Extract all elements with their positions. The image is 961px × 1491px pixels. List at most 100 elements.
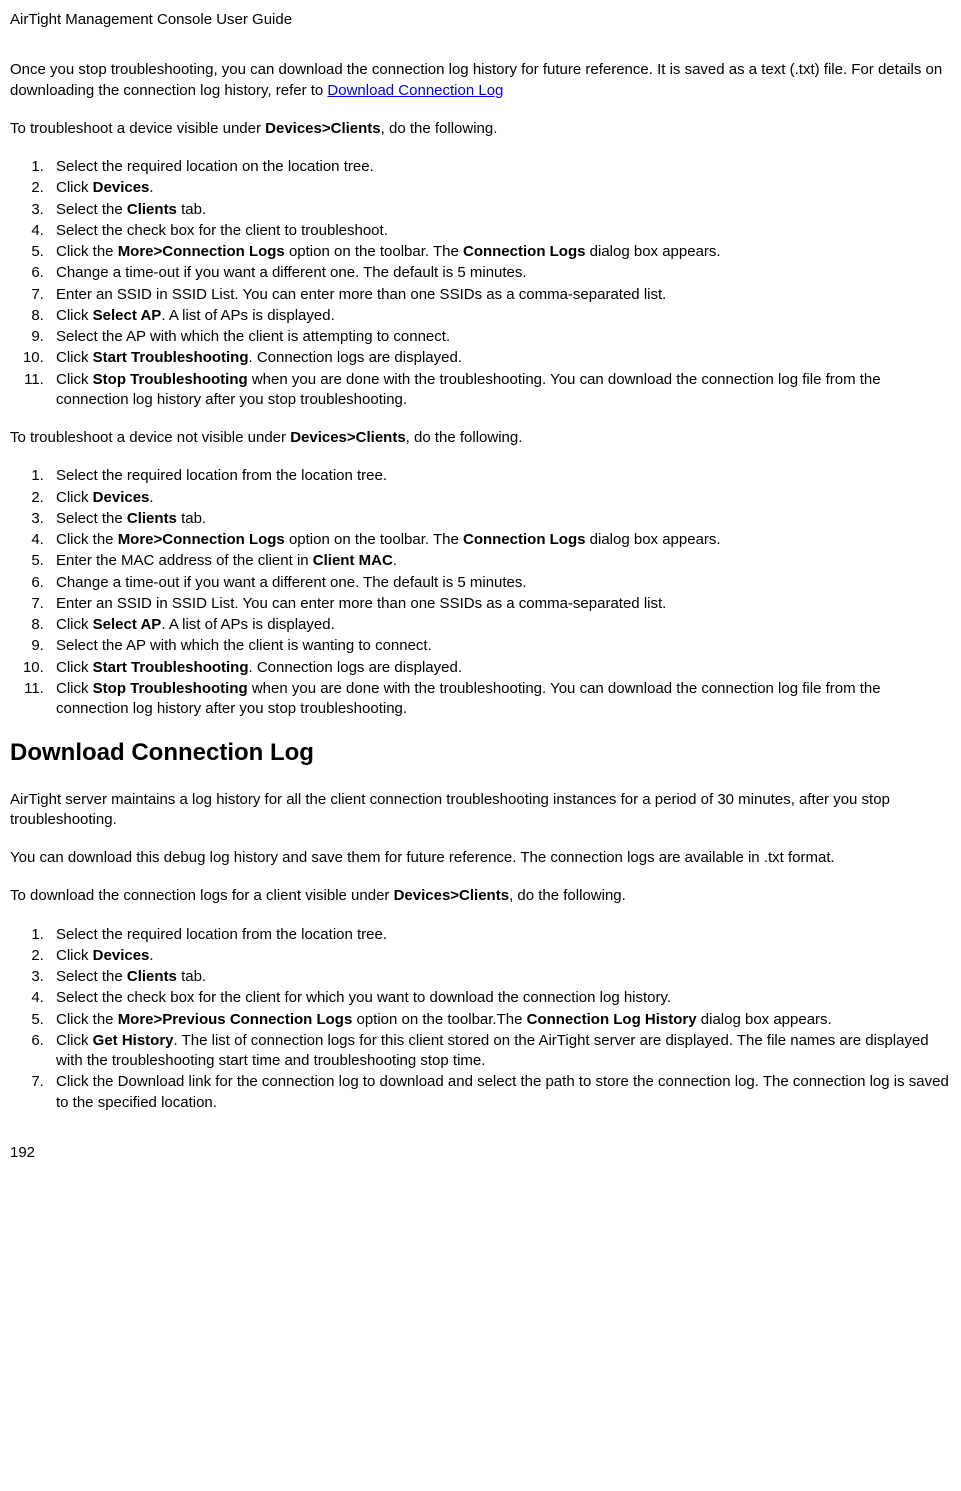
text: Click bbox=[56, 371, 93, 388]
list-item: Select the required location from the lo… bbox=[48, 925, 951, 945]
text-bold: Start Troubleshooting bbox=[93, 659, 249, 676]
text: . bbox=[149, 179, 153, 196]
text: option on the toolbar. The bbox=[285, 243, 463, 260]
text: . A list of APs is displayed. bbox=[161, 307, 334, 324]
text-bold: Devices>Clients bbox=[290, 429, 405, 446]
text: , do the following. bbox=[406, 429, 523, 446]
text-bold: More>Connection Logs bbox=[118, 531, 285, 548]
text: Change a time-out if you want a differen… bbox=[56, 574, 527, 591]
text: Enter an SSID in SSID List. You can ente… bbox=[56, 286, 666, 303]
text: Click bbox=[56, 659, 93, 676]
list-item: Select the required location from the lo… bbox=[48, 466, 951, 486]
list-item: Select the Clients tab. bbox=[48, 967, 951, 987]
paragraph: AirTight server maintains a log history … bbox=[10, 790, 951, 831]
text: dialog box appears. bbox=[585, 531, 720, 548]
text: Select the bbox=[56, 510, 127, 527]
paragraph: To troubleshoot a device visible under D… bbox=[10, 119, 951, 139]
text-bold: Devices bbox=[93, 489, 150, 506]
list-item: Select the AP with which the client is w… bbox=[48, 636, 951, 656]
text: Click bbox=[56, 680, 93, 697]
text: Enter an SSID in SSID List. You can ente… bbox=[56, 595, 666, 612]
text-bold: Devices>Clients bbox=[265, 120, 380, 137]
text: Click bbox=[56, 349, 93, 366]
text: To download the connection logs for a cl… bbox=[10, 887, 394, 904]
list-item: Select the Clients tab. bbox=[48, 509, 951, 529]
page-number: 192 bbox=[10, 1144, 35, 1161]
list-item: Click Devices. bbox=[48, 488, 951, 508]
text: Click bbox=[56, 1032, 93, 1049]
text: option on the toolbar. The bbox=[285, 531, 463, 548]
text: Select the required location from the lo… bbox=[56, 926, 387, 943]
text: . bbox=[149, 489, 153, 506]
ordered-list: Select the required location from the lo… bbox=[10, 466, 951, 719]
list-item: Click the More>Connection Logs option on… bbox=[48, 242, 951, 262]
text-bold: Devices bbox=[93, 179, 150, 196]
text-bold: Start Troubleshooting bbox=[93, 349, 249, 366]
text: . A list of APs is displayed. bbox=[161, 616, 334, 633]
list-item: Enter an SSID in SSID List. You can ente… bbox=[48, 594, 951, 614]
list-item: Change a time-out if you want a differen… bbox=[48, 263, 951, 283]
paragraph: To download the connection logs for a cl… bbox=[10, 886, 951, 906]
text-bold: Devices bbox=[93, 947, 150, 964]
text: Click the bbox=[56, 243, 118, 260]
list-item: Click Stop Troubleshooting when you are … bbox=[48, 370, 951, 411]
list-item: Click Select AP. A list of APs is displa… bbox=[48, 615, 951, 635]
text: To troubleshoot a device not visible und… bbox=[10, 429, 290, 446]
page-footer: 192 bbox=[10, 1143, 951, 1163]
text: Select the AP with which the client is w… bbox=[56, 637, 432, 654]
list-item: Click the More>Connection Logs option on… bbox=[48, 530, 951, 550]
text: Select the bbox=[56, 968, 127, 985]
list-item: Click Devices. bbox=[48, 178, 951, 198]
text: Click bbox=[56, 489, 93, 506]
list-item: Click Select AP. A list of APs is displa… bbox=[48, 306, 951, 326]
paragraph: You can download this debug log history … bbox=[10, 848, 951, 868]
list-item: Select the AP with which the client is a… bbox=[48, 327, 951, 347]
text-bold: Connection Logs bbox=[463, 243, 586, 260]
text: . The list of connection logs for this c… bbox=[56, 1032, 929, 1069]
text: tab. bbox=[177, 201, 206, 218]
text: Select the required location on the loca… bbox=[56, 158, 374, 175]
list-item: Click Devices. bbox=[48, 946, 951, 966]
text-bold: Get History bbox=[93, 1032, 174, 1049]
ordered-list: Select the required location from the lo… bbox=[10, 925, 951, 1113]
text: Select the check box for the client for … bbox=[56, 989, 671, 1006]
text: Click bbox=[56, 947, 93, 964]
text-bold: Select AP bbox=[93, 616, 162, 633]
text: Click the Download link for the connecti… bbox=[56, 1073, 949, 1110]
download-connection-log-link[interactable]: Download Connection Log bbox=[327, 82, 503, 99]
list-item: Enter the MAC address of the client in C… bbox=[48, 551, 951, 571]
list-item: Click Get History. The list of connectio… bbox=[48, 1031, 951, 1072]
text-bold: Devices>Clients bbox=[394, 887, 509, 904]
list-item: Click the More>Previous Connection Logs … bbox=[48, 1010, 951, 1030]
text: Click bbox=[56, 307, 93, 324]
paragraph: To troubleshoot a device not visible und… bbox=[10, 428, 951, 448]
text-bold: Stop Troubleshooting bbox=[93, 371, 248, 388]
list-item: Enter an SSID in SSID List. You can ente… bbox=[48, 285, 951, 305]
list-item: Select the check box for the client to t… bbox=[48, 221, 951, 241]
list-item: Select the Clients tab. bbox=[48, 200, 951, 220]
text-bold: Clients bbox=[127, 201, 177, 218]
text: , do the following. bbox=[381, 120, 498, 137]
text: option on the toolbar.The bbox=[352, 1011, 526, 1028]
text: , do the following. bbox=[509, 887, 626, 904]
text: Click the bbox=[56, 1011, 118, 1028]
page-header: AirTight Management Console User Guide bbox=[10, 10, 951, 30]
text: Click bbox=[56, 179, 93, 196]
text: Select the AP with which the client is a… bbox=[56, 328, 450, 345]
text: . bbox=[149, 947, 153, 964]
text: dialog box appears. bbox=[585, 243, 720, 260]
text: Change a time-out if you want a differen… bbox=[56, 264, 527, 281]
text: Enter the MAC address of the client in bbox=[56, 552, 313, 569]
text: Select the check box for the client to t… bbox=[56, 222, 388, 239]
text: Select the bbox=[56, 201, 127, 218]
paragraph: Once you stop troubleshooting, you can d… bbox=[10, 60, 951, 101]
list-item: Click Start Troubleshooting. Connection … bbox=[48, 348, 951, 368]
text-bold: Select AP bbox=[93, 307, 162, 324]
text: . Connection logs are displayed. bbox=[249, 659, 462, 676]
list-item: Select the check box for the client for … bbox=[48, 988, 951, 1008]
text: Click bbox=[56, 616, 93, 633]
text-bold: Stop Troubleshooting bbox=[93, 680, 248, 697]
list-item: Select the required location on the loca… bbox=[48, 157, 951, 177]
ordered-list: Select the required location on the loca… bbox=[10, 157, 951, 410]
text: To troubleshoot a device visible under bbox=[10, 120, 265, 137]
